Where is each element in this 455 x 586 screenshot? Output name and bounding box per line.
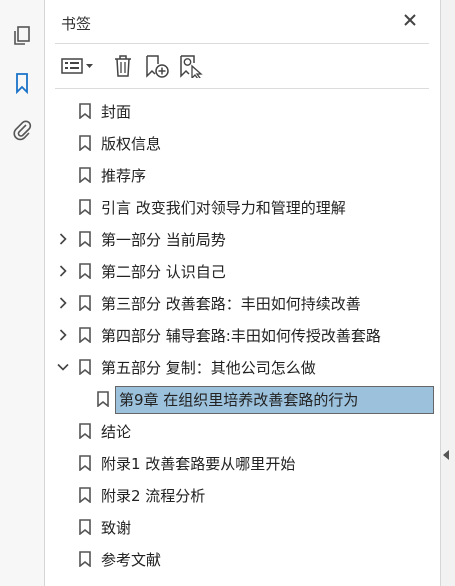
new-bookmark-button[interactable]: [145, 52, 171, 80]
bookmark-row[interactable]: 第二部分 认识自己: [45, 255, 440, 287]
bookmark-icon: [79, 551, 91, 567]
bookmark-row[interactable]: 第五部分 复制：其他公司怎么做: [45, 351, 440, 383]
chevron-right-icon[interactable]: [57, 329, 69, 341]
document-scroll-edge: [440, 0, 455, 586]
bookmark-icon: [79, 295, 91, 311]
bookmark-icon: [79, 487, 91, 503]
bookmark-icon: [79, 263, 91, 279]
bookmark-icon: [97, 391, 109, 407]
chevron-right-icon[interactable]: [57, 297, 69, 309]
chevron-down-icon[interactable]: [57, 361, 69, 373]
bookmark-search-icon: [180, 55, 203, 78]
bookmark-row[interactable]: 结论: [45, 415, 440, 447]
bookmark-label[interactable]: 封面: [101, 101, 131, 122]
bookmark-label[interactable]: 第四部分 辅导套路:丰田如何传授改善套路: [101, 325, 381, 346]
bookmark-label[interactable]: 版权信息: [101, 133, 161, 154]
bookmark-row[interactable]: 引言 改变我们对领导力和管理的理解: [45, 191, 440, 223]
left-navigation-bar: [0, 0, 45, 586]
find-bookmark-button[interactable]: [179, 52, 205, 80]
bookmark-label[interactable]: 第五部分 复制：其他公司怎么做: [101, 357, 316, 378]
bookmark-label[interactable]: 第9章 在组织里培养改善套路的行为: [119, 389, 358, 410]
options-menu-button[interactable]: [61, 52, 95, 80]
bookmark-row[interactable]: 第三部分 改善套路：丰田如何持续改善: [45, 287, 440, 319]
bookmark-label[interactable]: 推荐序: [101, 165, 146, 186]
chevron-right-icon[interactable]: [57, 265, 69, 277]
bookmark-row[interactable]: 封面: [45, 95, 440, 127]
bookmark-icon: [79, 423, 91, 439]
bookmark-row[interactable]: 第一部分 当前局势: [45, 223, 440, 255]
bookmark-icon: [79, 167, 91, 183]
add-bookmark-icon: [146, 55, 169, 78]
bookmark-icon: [79, 455, 91, 471]
bookmark-icon: [79, 519, 91, 535]
header-divider: [55, 43, 429, 44]
bookmark-row[interactable]: 参考文献: [45, 543, 440, 575]
bookmark-icon: [79, 231, 91, 247]
chevron-right-icon[interactable]: [57, 233, 69, 245]
close-icon: [404, 14, 416, 26]
collapse-panel-arrow-icon[interactable]: [443, 450, 449, 460]
toolbar-divider: [55, 88, 429, 89]
bookmark-icon: [79, 359, 91, 375]
bookmark-icon: [79, 199, 91, 215]
delete-bookmark-button[interactable]: [112, 52, 136, 80]
bookmark-label[interactable]: 附录1 改善套路要从哪里开始: [101, 453, 295, 474]
bookmark-row[interactable]: 致谢: [45, 511, 440, 543]
attachment-icon[interactable]: [10, 118, 34, 142]
bookmark-icon: [79, 135, 91, 151]
bookmark-label[interactable]: 致谢: [101, 517, 131, 538]
bookmark-row[interactable]: 附录1 改善套路要从哪里开始: [45, 447, 440, 479]
bookmark-row[interactable]: 版权信息: [45, 127, 440, 159]
trash-icon: [115, 55, 131, 77]
bookmark-row[interactable]: 推荐序: [45, 159, 440, 191]
bookmark-label[interactable]: 引言 改变我们对领导力和管理的理解: [101, 197, 346, 218]
bookmark-icon[interactable]: [10, 71, 34, 95]
bookmark-row[interactable]: 第9章 在组织里培养改善套路的行为: [45, 383, 440, 415]
panel-title: 书签: [61, 15, 92, 33]
bookmark-label[interactable]: 附录2 流程分析: [101, 485, 205, 506]
bookmark-label[interactable]: 第二部分 认识自己: [101, 261, 226, 282]
pages-icon[interactable]: [10, 24, 34, 48]
bookmark-label[interactable]: 第一部分 当前局势: [101, 229, 226, 250]
list-options-icon: [61, 58, 93, 74]
bookmarks-panel: 书签 封面 版权信息 推荐序 引言 改变我们对领导力和管理的理解 第一部分 当前…: [45, 0, 440, 586]
bookmark-label[interactable]: 第三部分 改善套路：丰田如何持续改善: [101, 293, 361, 314]
close-panel-button[interactable]: [400, 10, 420, 30]
bookmark-label[interactable]: 参考文献: [101, 549, 161, 570]
bookmark-icon: [79, 327, 91, 343]
bookmark-row[interactable]: 第四部分 辅导套路:丰田如何传授改善套路: [45, 319, 440, 351]
bookmark-row[interactable]: 附录2 流程分析: [45, 479, 440, 511]
bookmark-icon: [79, 103, 91, 119]
bookmark-label[interactable]: 结论: [101, 421, 131, 442]
